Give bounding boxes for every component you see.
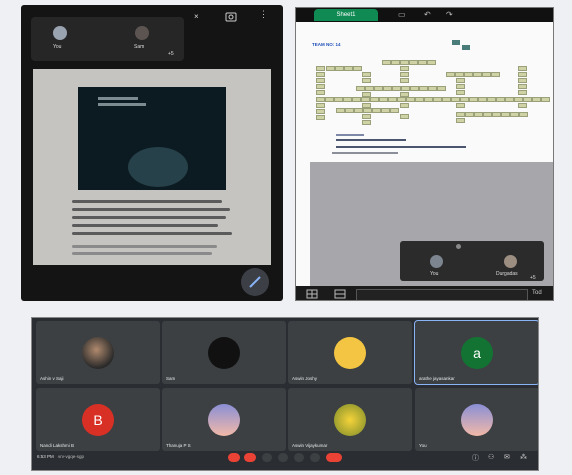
pip-more-count: +5 [168, 51, 174, 57]
captions-button[interactable] [262, 453, 272, 462]
participant-name: arathe jayasankar [419, 376, 455, 381]
participant-avatar [334, 337, 366, 369]
participant-avatar: a [461, 337, 493, 369]
sheet-chip [452, 40, 460, 45]
participant-tile[interactable]: You [415, 388, 538, 451]
participant-name: Thanuja P S [166, 443, 191, 448]
chat-icon[interactable]: ✉ [504, 453, 510, 461]
sheet-heading: TEAM NO: 14 [312, 42, 341, 47]
formula-input[interactable] [356, 289, 528, 300]
participant-avatar [82, 337, 114, 369]
more-options-button[interactable] [310, 453, 320, 462]
hand-button[interactable] [294, 453, 304, 462]
participant-name: Aswin Vijaykumar [292, 443, 328, 448]
footer-more: +5 [530, 275, 536, 281]
sheet-toolbar: Sheet1 ▭ ↶ ↷ [296, 8, 553, 22]
shared-document [33, 69, 271, 265]
participant-tile[interactable]: Aswin Joshy [288, 321, 412, 384]
participant-tile[interactable]: Ashin v Saji [36, 321, 160, 384]
book-cover-image [78, 87, 226, 190]
you-avatar [53, 26, 67, 40]
table-icon[interactable] [334, 289, 346, 299]
activities-icon[interactable]: ⁂ [520, 453, 527, 461]
pip-you-label: You [53, 44, 62, 50]
right-phone-screen: Sheet1 ▭ ↶ ↷ TEAM NO: 14 You Durgadas +5… [295, 7, 554, 301]
footer-you: You [430, 271, 439, 277]
participant-name: You [419, 443, 427, 448]
participant-avatar [208, 404, 240, 436]
participant-tile[interactable]: Sam [162, 321, 286, 384]
you-avatar-right [430, 255, 443, 268]
leave-call-button[interactable] [326, 453, 342, 462]
participant-tile[interactable]: B Nandi Lakshmi B [36, 388, 160, 451]
footer-other: Durgadas [496, 271, 518, 277]
sheet-bottom-bar: Tod [296, 286, 553, 300]
durgadas-avatar [504, 255, 517, 268]
grid-icon[interactable] [306, 289, 318, 299]
pencil-icon [249, 276, 261, 288]
sheet-chip-2 [462, 45, 470, 50]
pip-other-label: Sam [134, 44, 145, 50]
participant-tile[interactable]: Thanuja P S [162, 388, 286, 451]
camera-off-button[interactable] [244, 453, 256, 462]
participant-name: Ashin v Saji [40, 376, 64, 381]
participant-avatar: B [82, 404, 114, 436]
toolbar-right-label[interactable]: Tod [532, 290, 542, 296]
participant-tile[interactable]: Aswin Vijaykumar [288, 388, 412, 451]
meeting-code: vrv-vgqe-sgp [58, 454, 85, 459]
undo-icon[interactable]: ↶ [424, 10, 431, 19]
info-icon[interactable]: ⓘ [472, 453, 479, 463]
people-icon[interactable]: ⚇ [488, 453, 494, 461]
participant-name: Aswin Joshy [292, 376, 318, 381]
participant-avatar [334, 404, 366, 436]
redo-icon[interactable]: ↷ [446, 10, 453, 19]
meeting-time: 6:53 PM [37, 454, 54, 459]
camera-icon[interactable] [225, 10, 237, 22]
participant-tile[interactable]: a arathe jayasankar [414, 320, 538, 385]
other-avatar [135, 26, 149, 40]
mic-off-button[interactable] [228, 453, 240, 462]
sheet-tab[interactable]: Sheet1 [314, 9, 378, 21]
close-icon[interactable]: × [194, 12, 199, 21]
annotate-fab[interactable] [241, 268, 269, 296]
participant-name: Sam [166, 376, 176, 381]
present-button[interactable] [278, 453, 288, 462]
participant-name: Nandi Lakshmi B [40, 443, 75, 448]
participant-avatar [208, 337, 240, 369]
comment-icon[interactable]: ▭ [398, 10, 406, 19]
meeting-grid: Ashin v Saji Sam Aswin Joshy a arathe jayasa… [31, 317, 539, 471]
participants-preview[interactable]: You Sam +5 [31, 17, 184, 61]
participants-preview-right[interactable]: You Durgadas +5 [400, 241, 544, 281]
more-options-icon[interactable]: ⋮ [259, 9, 268, 20]
left-phone-screen: You Sam +5 × ⋮ [21, 5, 283, 301]
participant-avatar [461, 404, 493, 436]
